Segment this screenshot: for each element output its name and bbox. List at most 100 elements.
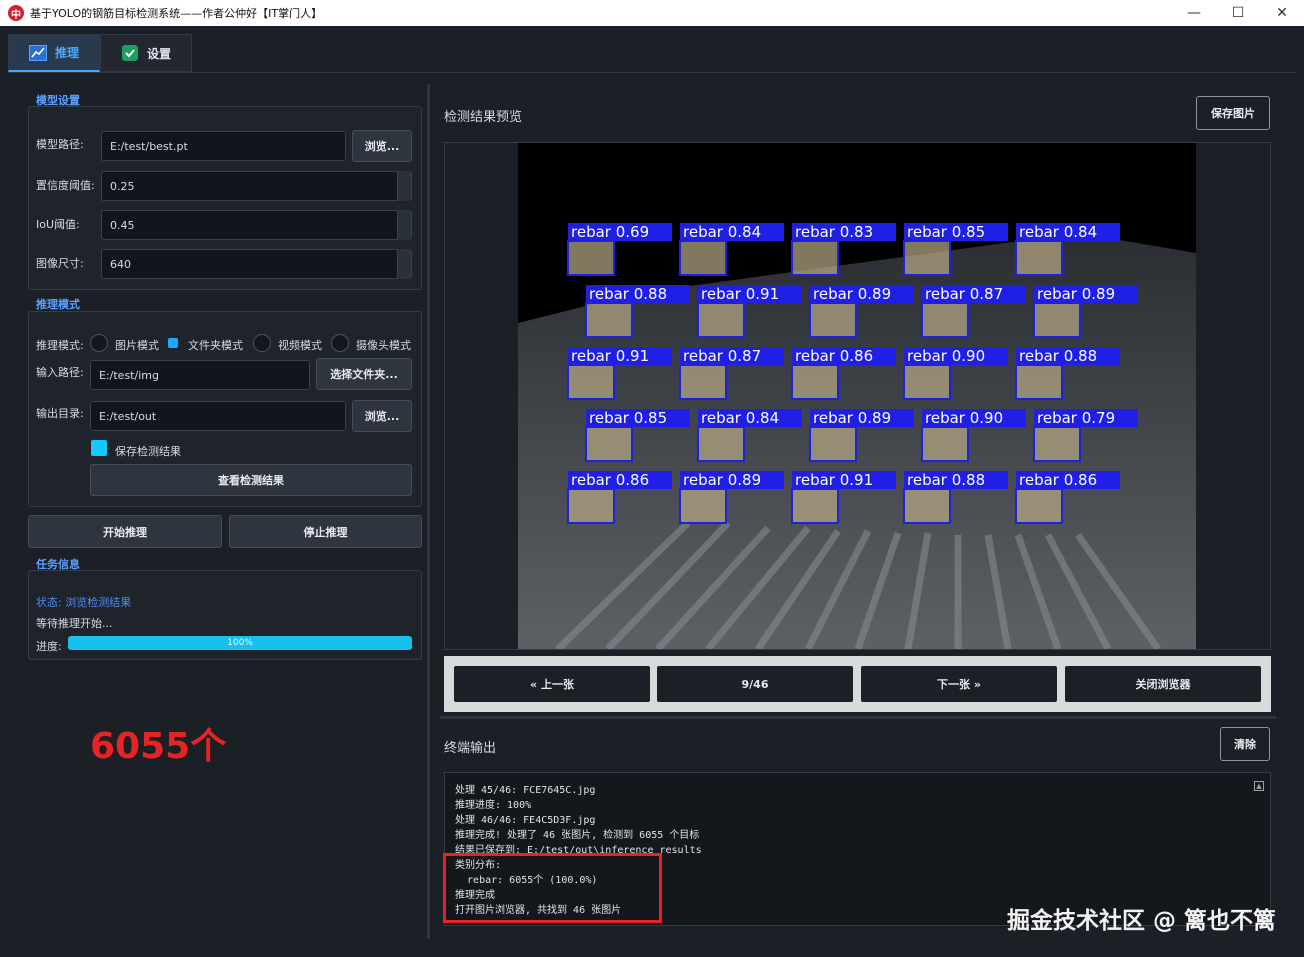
output-browse-button[interactable]: 浏览... bbox=[352, 400, 412, 432]
detection-label: rebar 0.87 bbox=[925, 285, 1003, 303]
conf-label: 置信度阈值: bbox=[36, 179, 95, 192]
output-dir-input[interactable]: E:/test/out bbox=[90, 401, 346, 431]
count-annotation: 6055个 bbox=[90, 726, 227, 767]
detection-box bbox=[903, 364, 951, 400]
panel-splitter[interactable] bbox=[427, 84, 430, 939]
detection-box bbox=[567, 240, 615, 276]
terminal-line: 处理 45/46: FCE7645C.jpg bbox=[455, 785, 596, 796]
window-title: 基于YOLO的钢筋目标检测系统——作者公仲好【IT掌门人】 bbox=[30, 7, 323, 20]
detection-box bbox=[567, 364, 615, 400]
detection-box bbox=[1015, 364, 1063, 400]
detection-label: rebar 0.89 bbox=[1037, 285, 1115, 303]
tab-settings[interactable]: 设置 bbox=[100, 34, 192, 72]
prev-image-button[interactable]: « 上一张 bbox=[454, 666, 650, 702]
detection-label: rebar 0.86 bbox=[571, 471, 649, 489]
view-results-button[interactable]: 查看检测结果 bbox=[90, 464, 412, 496]
detection-box bbox=[585, 302, 633, 338]
detection-label: rebar 0.69 bbox=[571, 223, 649, 241]
minimize-button[interactable]: — bbox=[1172, 0, 1216, 26]
close-button[interactable]: ✕ bbox=[1260, 0, 1304, 26]
radio-folder-mode-label: 文件夹模式 bbox=[188, 339, 243, 352]
start-inference-button[interactable]: 开始推理 bbox=[28, 515, 222, 548]
select-folder-button[interactable]: 选择文件夹... bbox=[316, 358, 412, 390]
radio-video-mode[interactable] bbox=[253, 334, 271, 352]
detection-label: rebar 0.86 bbox=[795, 347, 873, 365]
image-navigation: « 上一张 9/46 下一张 » 关闭浏览器 bbox=[444, 656, 1271, 712]
detection-label: rebar 0.88 bbox=[907, 471, 985, 489]
detection-box bbox=[809, 302, 857, 338]
save-image-button[interactable]: 保存图片 bbox=[1196, 96, 1270, 130]
detection-label: rebar 0.85 bbox=[907, 223, 985, 241]
detection-box bbox=[791, 488, 839, 524]
radio-folder-mode[interactable] bbox=[168, 338, 178, 348]
radio-image-mode[interactable] bbox=[90, 334, 108, 352]
clear-button[interactable]: 清除 bbox=[1220, 727, 1270, 761]
preview-title: 检测结果预览 bbox=[444, 110, 523, 125]
window-controls: — ☐ ✕ bbox=[1172, 0, 1304, 26]
page-indicator: 9/46 bbox=[657, 666, 853, 702]
detection-label: rebar 0.88 bbox=[1019, 347, 1097, 365]
detection-box bbox=[567, 488, 615, 524]
detection-label: rebar 0.89 bbox=[813, 409, 891, 427]
detection-box bbox=[921, 302, 969, 338]
tab-bar: 推理 设置 bbox=[8, 34, 192, 72]
conf-spinbox[interactable]: 0.25 bbox=[101, 171, 412, 201]
detection-label: rebar 0.85 bbox=[589, 409, 667, 427]
detection-label: rebar 0.79 bbox=[1037, 409, 1115, 427]
detection-label: rebar 0.84 bbox=[683, 223, 761, 241]
detection-label: rebar 0.91 bbox=[701, 285, 779, 303]
imgsz-spinbox[interactable]: 640 bbox=[101, 249, 412, 279]
input-path-input[interactable]: E:/test/img bbox=[90, 360, 310, 390]
detection-label: rebar 0.83 bbox=[795, 223, 873, 241]
detection-label: rebar 0.84 bbox=[1019, 223, 1097, 241]
inference-mode-title: 推理模式 bbox=[36, 298, 80, 311]
detection-image: rebar 0.69 rebar 0.84 rebar 0.83 rebar 0.85… bbox=[518, 143, 1196, 649]
maximize-button[interactable]: ☐ bbox=[1216, 0, 1260, 26]
next-image-button[interactable]: 下一张 » bbox=[861, 666, 1057, 702]
detection-label: rebar 0.86 bbox=[1019, 471, 1097, 489]
model-browse-button[interactable]: 浏览... bbox=[352, 130, 412, 162]
radio-camera-mode[interactable] bbox=[331, 334, 349, 352]
watermark: 掘金技术社区 @ 篱也不篱 bbox=[1006, 908, 1276, 934]
tab-settings-label: 设置 bbox=[146, 46, 171, 61]
model-path-label: 模型路径: bbox=[36, 138, 84, 151]
detection-label: rebar 0.87 bbox=[683, 347, 761, 365]
detection-box bbox=[903, 488, 951, 524]
input-path-label: 输入路径: bbox=[36, 366, 84, 379]
tab-inference-label: 推理 bbox=[54, 46, 79, 60]
scroll-up-arrow-icon[interactable]: ▲ bbox=[1254, 781, 1264, 791]
mode-label: 推理模式: bbox=[36, 339, 84, 352]
detection-box bbox=[679, 488, 727, 524]
detection-box bbox=[1015, 488, 1063, 524]
model-path-input[interactable]: E:/test/best.pt bbox=[101, 131, 346, 161]
app-icon: 中 bbox=[8, 5, 24, 21]
detection-box bbox=[1033, 426, 1081, 462]
tab-inference[interactable]: 推理 bbox=[8, 34, 100, 72]
imgsz-spin-arrows[interactable] bbox=[397, 249, 411, 279]
highlight-box bbox=[443, 853, 662, 923]
terminal-title: 终端输出 bbox=[444, 741, 497, 756]
detection-box bbox=[1015, 240, 1063, 276]
progress-text: 100% bbox=[227, 638, 253, 648]
detection-label: rebar 0.91 bbox=[795, 471, 873, 489]
stop-inference-button[interactable]: 停止推理 bbox=[229, 515, 422, 548]
output-dir-label: 输出目录: bbox=[36, 407, 84, 420]
iou-spinbox[interactable]: 0.45 bbox=[101, 210, 412, 240]
progress-label: 进度: bbox=[36, 640, 62, 653]
detection-box bbox=[791, 240, 839, 276]
detection-box bbox=[679, 240, 727, 276]
title-bar: 中 基于YOLO的钢筋目标检测系统——作者公仲好【IT掌门人】 — ☐ ✕ bbox=[0, 0, 1304, 26]
conf-spin-arrows[interactable] bbox=[397, 171, 411, 201]
progress-bar: 100% bbox=[68, 636, 412, 650]
detection-box bbox=[679, 364, 727, 400]
close-browser-button[interactable]: 关闭浏览器 bbox=[1065, 666, 1261, 702]
save-results-checkbox[interactable] bbox=[91, 440, 107, 456]
iou-spin-arrows[interactable] bbox=[397, 210, 411, 240]
waiting-text: 等待推理开始... bbox=[36, 617, 113, 630]
detection-box bbox=[809, 426, 857, 462]
terminal-line: 推理进度: 100% bbox=[455, 800, 532, 811]
radio-video-mode-label: 视频模式 bbox=[278, 339, 322, 352]
detection-box bbox=[697, 302, 745, 338]
vertical-splitter[interactable] bbox=[440, 716, 1276, 719]
radio-camera-mode-label: 摄像头模式 bbox=[356, 339, 411, 352]
